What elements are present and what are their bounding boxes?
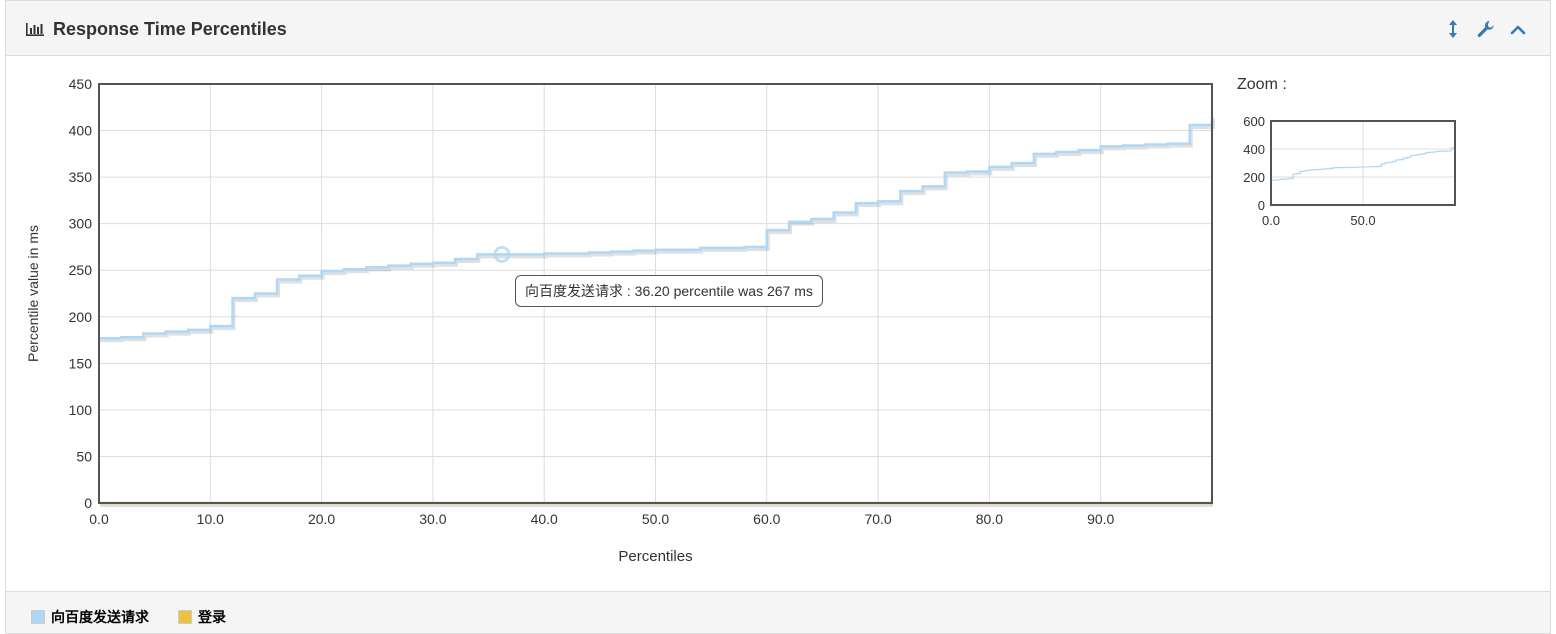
y-tick-label: 0 bbox=[84, 495, 92, 511]
zoom-x-tick-label: 0.0 bbox=[1262, 213, 1280, 228]
x-tick-label: 20.0 bbox=[308, 511, 335, 527]
y-tick-label: 400 bbox=[69, 123, 93, 139]
y-tick-label: 50 bbox=[76, 448, 92, 464]
zoom-label: Zoom : bbox=[1237, 76, 1287, 93]
zoom-y-tick-label: 600 bbox=[1243, 114, 1265, 129]
x-tick-label: 10.0 bbox=[197, 511, 224, 527]
y-axis-label: Percentile value in ms bbox=[25, 225, 41, 362]
x-tick-label: 80.0 bbox=[976, 511, 1003, 527]
x-tick-label: 40.0 bbox=[531, 511, 558, 527]
y-tick-label: 250 bbox=[69, 262, 93, 278]
x-tick-label: 70.0 bbox=[864, 511, 891, 527]
y-tick-label: 450 bbox=[69, 76, 93, 92]
y-tick-label: 100 bbox=[69, 402, 93, 418]
x-tick-label: 50.0 bbox=[642, 511, 669, 527]
y-tick-label: 300 bbox=[69, 216, 93, 232]
zoom-y-tick-label: 200 bbox=[1243, 170, 1265, 185]
y-tick-label: 150 bbox=[69, 355, 93, 371]
x-tick-label: 60.0 bbox=[753, 511, 780, 527]
chart-tooltip: 向百度发送请求 : 36.20 percentile was 267 ms bbox=[515, 275, 823, 307]
zoom-y-tick-label: 400 bbox=[1243, 142, 1265, 157]
x-axis-label: Percentiles bbox=[618, 548, 692, 565]
x-tick-label: 0.0 bbox=[89, 511, 109, 527]
x-tick-label: 90.0 bbox=[1087, 511, 1114, 527]
x-tick-label: 30.0 bbox=[419, 511, 446, 527]
percentiles-chart[interactable]: 0 50 100 150 200 250 300 350 400 450 0.0 10.0 20.0 30… bbox=[0, 0, 1556, 634]
zoom-y-tick-label: 0 bbox=[1258, 198, 1265, 213]
y-tick-label: 200 bbox=[69, 309, 93, 325]
zoom-x-tick-label: 50.0 bbox=[1350, 213, 1375, 228]
y-tick-label: 350 bbox=[69, 169, 93, 185]
